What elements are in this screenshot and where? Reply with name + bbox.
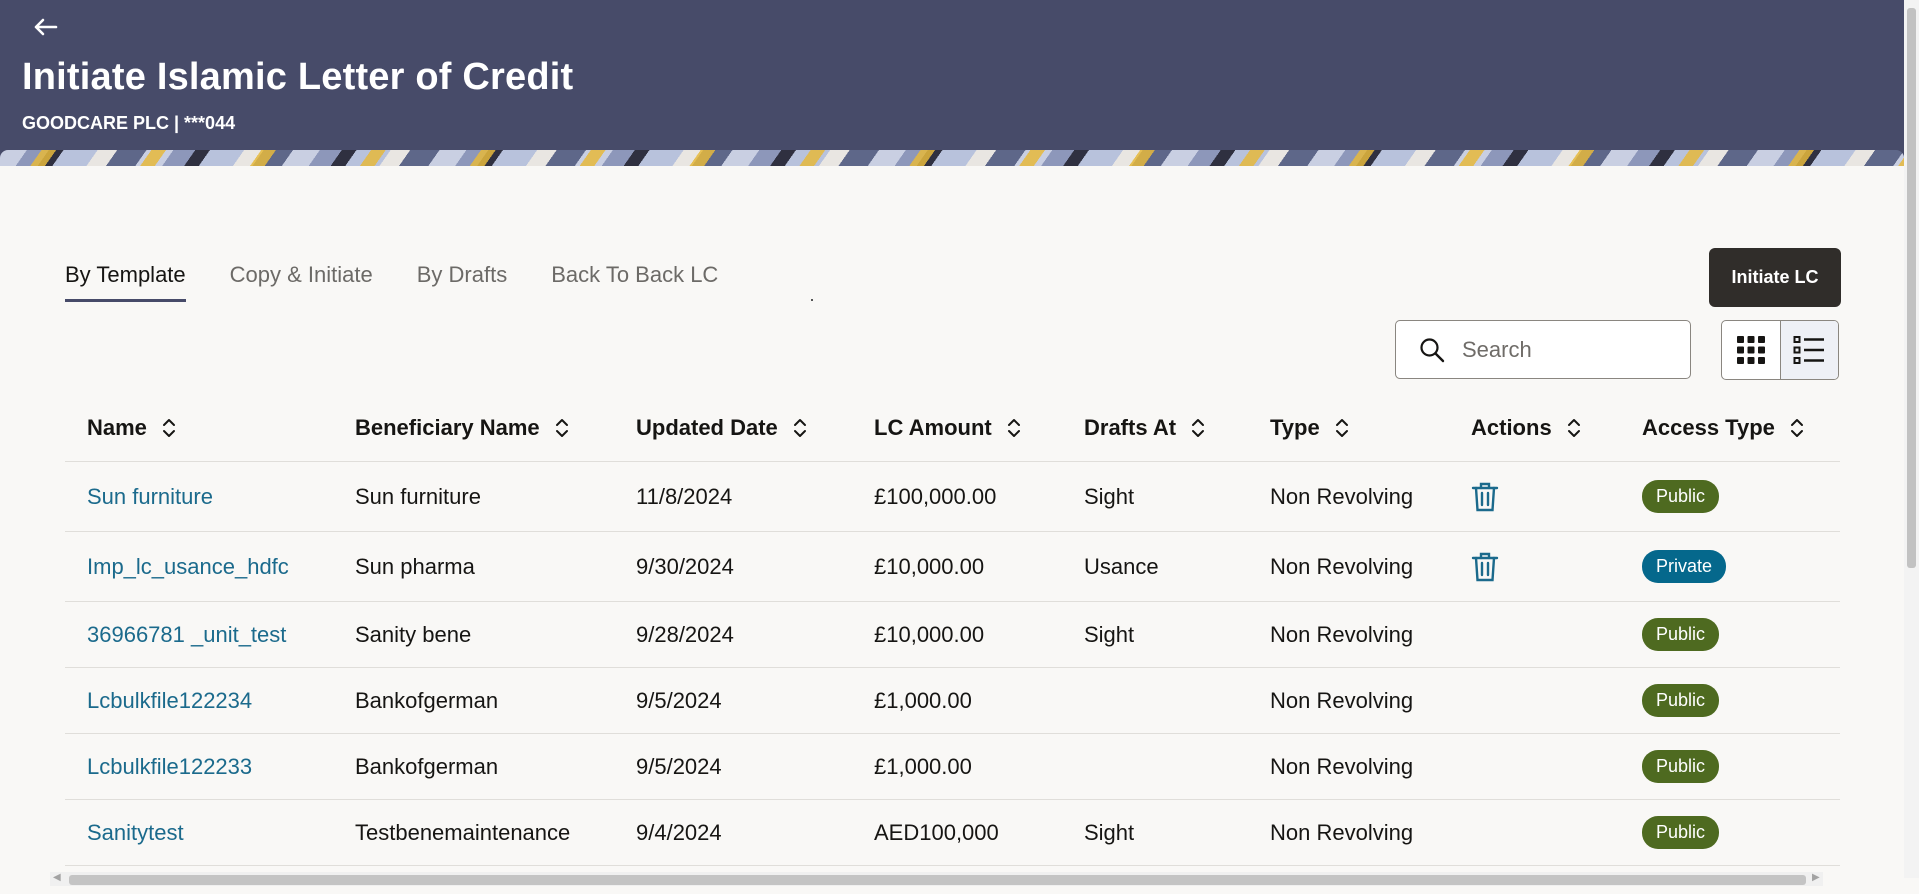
page-title: Initiate Islamic Letter of Credit bbox=[22, 56, 574, 98]
table-row: Lcbulkfile122234 Bankofgerman 9/5/2024 £… bbox=[65, 668, 1840, 734]
column-header-type[interactable]: Type bbox=[1248, 415, 1449, 441]
scroll-left-arrow-icon[interactable]: ◀ bbox=[53, 872, 61, 883]
date-cell: 9/4/2024 bbox=[636, 819, 722, 845]
tab-bar: By Template Copy & Initiate By Drafts Ba… bbox=[65, 262, 762, 302]
template-name-link[interactable]: Sun furniture bbox=[87, 484, 213, 510]
table-header-row: Name Beneficiary Name Updated Date LC Am… bbox=[65, 395, 1840, 462]
template-name-link[interactable]: Lcbulkfile122233 bbox=[87, 754, 252, 780]
actions-cell bbox=[1449, 551, 1620, 583]
drafts-at-cell: Sight bbox=[1084, 621, 1135, 647]
sort-icon[interactable] bbox=[1566, 417, 1582, 439]
date-cell: 9/30/2024 bbox=[636, 553, 734, 579]
date-cell: 9/28/2024 bbox=[636, 621, 734, 647]
initiate-lc-button[interactable]: Initiate LC bbox=[1709, 248, 1841, 307]
beneficiary-cell: Sanity bene bbox=[355, 621, 472, 647]
horizontal-scroll-thumb[interactable] bbox=[69, 875, 1806, 885]
access-cell: Public bbox=[1620, 684, 1840, 717]
tab-by-template[interactable]: By Template bbox=[65, 262, 186, 302]
access-badge: Public bbox=[1642, 684, 1720, 717]
page-header: Initiate Islamic Letter of Credit GOODCA… bbox=[0, 0, 1904, 166]
amount-cell: £10,000.00 bbox=[874, 621, 985, 647]
sort-icon[interactable] bbox=[1190, 417, 1206, 439]
type-cell: Non Revolving bbox=[1270, 819, 1414, 845]
amount-cell: AED100,000 bbox=[874, 819, 999, 845]
type-cell: Non Revolving bbox=[1270, 687, 1414, 713]
column-header-beneficiary[interactable]: Beneficiary Name bbox=[333, 415, 614, 441]
access-badge: Public bbox=[1642, 618, 1720, 651]
drafts-at-cell: Sight bbox=[1084, 483, 1135, 509]
list-icon bbox=[1793, 336, 1825, 364]
template-name-link[interactable]: 36966781 _unit_test bbox=[87, 622, 286, 648]
type-cell: Non Revolving bbox=[1270, 483, 1414, 509]
sort-icon[interactable] bbox=[554, 417, 570, 439]
access-cell: Public bbox=[1620, 750, 1840, 783]
column-header-drafts-at[interactable]: Drafts At bbox=[1062, 415, 1248, 441]
grid-icon bbox=[1736, 336, 1765, 364]
date-cell: 9/5/2024 bbox=[636, 753, 722, 779]
tab-by-drafts[interactable]: By Drafts bbox=[417, 262, 507, 302]
tab-back-to-back-lc[interactable]: Back To Back LC bbox=[551, 262, 718, 302]
beneficiary-cell: Bankofgerman bbox=[355, 753, 499, 779]
template-name-link[interactable]: Imp_lc_usance_hdfc bbox=[87, 554, 289, 580]
template-name-link[interactable]: Sanitytest bbox=[87, 820, 184, 846]
amount-cell: £1,000.00 bbox=[874, 753, 972, 779]
search-input[interactable] bbox=[1462, 336, 1682, 363]
header-banner bbox=[0, 150, 1904, 166]
access-badge: Public bbox=[1642, 480, 1720, 513]
date-cell: 11/8/2024 bbox=[636, 483, 733, 509]
beneficiary-cell: Sun furniture bbox=[355, 483, 481, 509]
type-cell: Non Revolving bbox=[1270, 621, 1414, 647]
type-cell: Non Revolving bbox=[1270, 553, 1414, 579]
vertical-scrollbar[interactable] bbox=[1904, 0, 1919, 878]
amount-cell: £1,000.00 bbox=[874, 687, 972, 713]
sort-icon[interactable] bbox=[792, 417, 808, 439]
template-name-link[interactable]: Lcbulkfile122234 bbox=[87, 688, 252, 714]
access-cell: Private bbox=[1620, 550, 1840, 583]
table-row: 36966781 _unit_test Sanity bene 9/28/202… bbox=[65, 602, 1840, 668]
amount-cell: £10,000.00 bbox=[874, 553, 985, 579]
column-header-updated-date[interactable]: Updated Date bbox=[614, 415, 852, 441]
grid-view-button[interactable] bbox=[1722, 321, 1780, 379]
delete-icon[interactable] bbox=[1471, 551, 1499, 583]
sort-icon[interactable] bbox=[161, 417, 177, 439]
tab-copy-initiate[interactable]: Copy & Initiate bbox=[230, 262, 373, 302]
column-header-access-type[interactable]: Access Type bbox=[1620, 415, 1840, 441]
search-icon bbox=[1420, 337, 1445, 362]
column-header-name[interactable]: Name bbox=[65, 415, 333, 441]
column-header-actions[interactable]: Actions bbox=[1449, 415, 1620, 441]
party-subtitle: GOODCARE PLC | ***044 bbox=[22, 113, 236, 133]
type-cell: Non Revolving bbox=[1270, 753, 1414, 779]
date-cell: 9/5/2024 bbox=[636, 687, 722, 713]
vertical-scroll-thumb[interactable] bbox=[1907, 8, 1916, 568]
access-cell: Public bbox=[1620, 480, 1840, 513]
decorative-dot bbox=[811, 299, 813, 301]
beneficiary-cell: Sun pharma bbox=[355, 553, 475, 579]
sort-icon[interactable] bbox=[1006, 417, 1022, 439]
scroll-right-arrow-icon[interactable]: ▶ bbox=[1812, 872, 1820, 883]
beneficiary-cell: Bankofgerman bbox=[355, 687, 499, 713]
search-box[interactable] bbox=[1395, 320, 1691, 379]
view-toggle bbox=[1721, 320, 1839, 380]
access-badge: Public bbox=[1642, 816, 1720, 849]
drafts-at-cell: Usance bbox=[1084, 553, 1159, 579]
amount-cell: £100,000.00 bbox=[874, 483, 997, 509]
sort-icon[interactable] bbox=[1334, 417, 1350, 439]
beneficiary-cell: Testbenemaintenance bbox=[355, 819, 571, 845]
list-view-button[interactable] bbox=[1779, 321, 1838, 379]
table-row: Imp_lc_usance_hdfc Sun pharma 9/30/2024 … bbox=[65, 532, 1840, 602]
drafts-at-cell: Sight bbox=[1084, 819, 1135, 845]
access-badge: Private bbox=[1642, 550, 1727, 583]
table-row: Sanitytest Testbenemaintenance 9/4/2024 … bbox=[65, 800, 1840, 866]
back-arrow-icon[interactable] bbox=[30, 12, 60, 42]
table-row: Lcbulkfile122233 Bankofgerman 9/5/2024 £… bbox=[65, 734, 1840, 800]
access-cell: Public bbox=[1620, 618, 1840, 651]
table-row: Sun furniture Sun furniture 11/8/2024 £1… bbox=[65, 462, 1840, 532]
access-cell: Public bbox=[1620, 816, 1840, 849]
delete-icon[interactable] bbox=[1471, 481, 1499, 513]
access-badge: Public bbox=[1642, 750, 1720, 783]
actions-cell bbox=[1449, 481, 1620, 513]
templates-table: Name Beneficiary Name Updated Date LC Am… bbox=[65, 395, 1840, 866]
sort-icon[interactable] bbox=[1789, 417, 1805, 439]
column-header-lc-amount[interactable]: LC Amount bbox=[852, 415, 1062, 441]
